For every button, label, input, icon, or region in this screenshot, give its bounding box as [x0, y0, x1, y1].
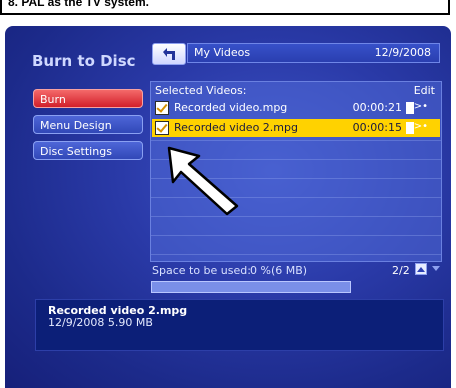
row-divider [151, 235, 441, 236]
video-duration: 00:00:15 [352, 121, 402, 134]
instruction-banner: 8. PAL as the TV system. [0, 0, 450, 15]
space-value: 0 %(6 MB) [250, 264, 308, 277]
chevron-down-icon [432, 266, 440, 271]
details-panel: Recorded video 2.mpg 12/9/2008 5.90 MB [35, 299, 444, 351]
space-label: Space to be used: [152, 264, 251, 277]
video-duration: 00:00:21 [352, 101, 402, 114]
row-divider [151, 140, 441, 141]
burn-button[interactable]: Burn [33, 89, 143, 108]
location-bar: My Videos 12/9/2008 [187, 43, 440, 63]
header-date: 12/9/2008 [374, 46, 431, 59]
banner-text: 8. PAL as the TV system. [8, 0, 149, 9]
back-button[interactable] [152, 43, 186, 65]
folder-name: My Videos [194, 46, 251, 59]
edit-label[interactable]: Edit [414, 84, 435, 97]
chevron-up-icon [417, 267, 425, 272]
list-header: Selected Videos: [155, 84, 247, 97]
page-down-button[interactable] [430, 263, 442, 275]
menu-design-button[interactable]: Menu Design [33, 115, 143, 134]
pointer-arrow-icon [167, 146, 239, 216]
page-indicator: 2/2 [392, 264, 410, 277]
back-arrow-icon [163, 48, 175, 60]
video-name: Recorded video.mpg [174, 101, 288, 114]
detail-meta: 12/9/2008 5.90 MB [48, 316, 153, 329]
list-item[interactable]: Recorded video.mpg 00:00:21 >• [152, 99, 440, 117]
scissors-icon[interactable]: >• [414, 121, 428, 132]
checkbox[interactable] [155, 121, 169, 135]
page-up-button[interactable] [415, 263, 427, 275]
checkbox[interactable] [155, 101, 169, 115]
disc-settings-button[interactable]: Disc Settings [33, 141, 143, 160]
row-divider [151, 254, 441, 255]
space-progress-bar [151, 281, 351, 293]
row-divider [151, 216, 441, 217]
list-item-selected[interactable]: Recorded video 2.mpg 00:00:15 >• [152, 119, 440, 137]
video-name: Recorded video 2.mpg [174, 121, 298, 134]
page-title: Burn to Disc [32, 52, 136, 70]
scissors-icon[interactable]: >• [414, 101, 428, 112]
